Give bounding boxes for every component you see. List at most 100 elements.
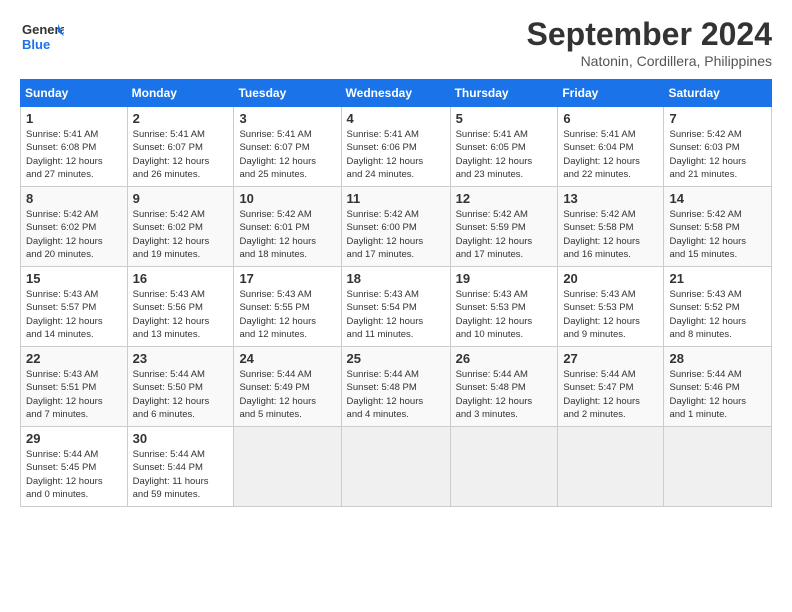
day-number: 1 bbox=[26, 111, 122, 126]
day-cell-28: 28 Sunrise: 5:44 AM Sunset: 5:46 PM Dayl… bbox=[664, 347, 772, 427]
day-number: 2 bbox=[133, 111, 229, 126]
day-cell-24: 24 Sunrise: 5:44 AM Sunset: 5:49 PM Dayl… bbox=[234, 347, 341, 427]
day-cell-30: 30 Sunrise: 5:44 AM Sunset: 5:44 PM Dayl… bbox=[127, 427, 234, 507]
day-number: 7 bbox=[669, 111, 766, 126]
day-info: Sunrise: 5:43 AM Sunset: 5:53 PM Dayligh… bbox=[563, 288, 658, 341]
day-info: Sunrise: 5:44 AM Sunset: 5:49 PM Dayligh… bbox=[239, 368, 335, 421]
week-row-1: 1 Sunrise: 5:41 AM Sunset: 6:08 PM Dayli… bbox=[21, 107, 772, 187]
day-info: Sunrise: 5:42 AM Sunset: 6:01 PM Dayligh… bbox=[239, 208, 335, 261]
day-cell-19: 19 Sunrise: 5:43 AM Sunset: 5:53 PM Dayl… bbox=[450, 267, 558, 347]
day-info: Sunrise: 5:44 AM Sunset: 5:48 PM Dayligh… bbox=[347, 368, 445, 421]
svg-text:Blue: Blue bbox=[22, 37, 50, 52]
day-cell-29: 29 Sunrise: 5:44 AM Sunset: 5:45 PM Dayl… bbox=[21, 427, 128, 507]
svg-text:General: General bbox=[22, 22, 64, 37]
calendar-table: SundayMondayTuesdayWednesdayThursdayFrid… bbox=[20, 79, 772, 507]
day-info: Sunrise: 5:44 AM Sunset: 5:46 PM Dayligh… bbox=[669, 368, 766, 421]
day-number: 21 bbox=[669, 271, 766, 286]
day-info: Sunrise: 5:43 AM Sunset: 5:56 PM Dayligh… bbox=[133, 288, 229, 341]
day-number: 28 bbox=[669, 351, 766, 366]
day-cell-20: 20 Sunrise: 5:43 AM Sunset: 5:53 PM Dayl… bbox=[558, 267, 664, 347]
day-info: Sunrise: 5:41 AM Sunset: 6:06 PM Dayligh… bbox=[347, 128, 445, 181]
day-header-friday: Friday bbox=[558, 80, 664, 107]
day-cell-17: 17 Sunrise: 5:43 AM Sunset: 5:55 PM Dayl… bbox=[234, 267, 341, 347]
day-header-sunday: Sunday bbox=[21, 80, 128, 107]
day-info: Sunrise: 5:42 AM Sunset: 6:00 PM Dayligh… bbox=[347, 208, 445, 261]
day-cell-18: 18 Sunrise: 5:43 AM Sunset: 5:54 PM Dayl… bbox=[341, 267, 450, 347]
day-cell-7: 7 Sunrise: 5:42 AM Sunset: 6:03 PM Dayli… bbox=[664, 107, 772, 187]
day-number: 3 bbox=[239, 111, 335, 126]
day-info: Sunrise: 5:44 AM Sunset: 5:47 PM Dayligh… bbox=[563, 368, 658, 421]
day-number: 18 bbox=[347, 271, 445, 286]
day-cell-11: 11 Sunrise: 5:42 AM Sunset: 6:00 PM Dayl… bbox=[341, 187, 450, 267]
day-cell-25: 25 Sunrise: 5:44 AM Sunset: 5:48 PM Dayl… bbox=[341, 347, 450, 427]
day-info: Sunrise: 5:43 AM Sunset: 5:53 PM Dayligh… bbox=[456, 288, 553, 341]
empty-cell bbox=[450, 427, 558, 507]
day-number: 26 bbox=[456, 351, 553, 366]
day-info: Sunrise: 5:43 AM Sunset: 5:57 PM Dayligh… bbox=[26, 288, 122, 341]
day-cell-3: 3 Sunrise: 5:41 AM Sunset: 6:07 PM Dayli… bbox=[234, 107, 341, 187]
day-header-saturday: Saturday bbox=[664, 80, 772, 107]
day-number: 14 bbox=[669, 191, 766, 206]
day-info: Sunrise: 5:42 AM Sunset: 6:02 PM Dayligh… bbox=[133, 208, 229, 261]
day-info: Sunrise: 5:41 AM Sunset: 6:07 PM Dayligh… bbox=[133, 128, 229, 181]
day-info: Sunrise: 5:41 AM Sunset: 6:08 PM Dayligh… bbox=[26, 128, 122, 181]
day-info: Sunrise: 5:43 AM Sunset: 5:55 PM Dayligh… bbox=[239, 288, 335, 341]
day-number: 12 bbox=[456, 191, 553, 206]
day-info: Sunrise: 5:41 AM Sunset: 6:07 PM Dayligh… bbox=[239, 128, 335, 181]
day-cell-14: 14 Sunrise: 5:42 AM Sunset: 5:58 PM Dayl… bbox=[664, 187, 772, 267]
day-number: 9 bbox=[133, 191, 229, 206]
day-cell-1: 1 Sunrise: 5:41 AM Sunset: 6:08 PM Dayli… bbox=[21, 107, 128, 187]
header-row: SundayMondayTuesdayWednesdayThursdayFrid… bbox=[21, 80, 772, 107]
day-cell-6: 6 Sunrise: 5:41 AM Sunset: 6:04 PM Dayli… bbox=[558, 107, 664, 187]
day-number: 5 bbox=[456, 111, 553, 126]
day-cell-21: 21 Sunrise: 5:43 AM Sunset: 5:52 PM Dayl… bbox=[664, 267, 772, 347]
day-number: 23 bbox=[133, 351, 229, 366]
day-cell-2: 2 Sunrise: 5:41 AM Sunset: 6:07 PM Dayli… bbox=[127, 107, 234, 187]
day-number: 20 bbox=[563, 271, 658, 286]
week-row-5: 29 Sunrise: 5:44 AM Sunset: 5:45 PM Dayl… bbox=[21, 427, 772, 507]
day-info: Sunrise: 5:42 AM Sunset: 5:58 PM Dayligh… bbox=[669, 208, 766, 261]
header: General Blue September 2024 Natonin, Cor… bbox=[20, 16, 772, 69]
day-number: 25 bbox=[347, 351, 445, 366]
day-info: Sunrise: 5:44 AM Sunset: 5:45 PM Dayligh… bbox=[26, 448, 122, 501]
day-info: Sunrise: 5:42 AM Sunset: 6:02 PM Dayligh… bbox=[26, 208, 122, 261]
day-cell-23: 23 Sunrise: 5:44 AM Sunset: 5:50 PM Dayl… bbox=[127, 347, 234, 427]
day-number: 22 bbox=[26, 351, 122, 366]
day-cell-9: 9 Sunrise: 5:42 AM Sunset: 6:02 PM Dayli… bbox=[127, 187, 234, 267]
day-info: Sunrise: 5:44 AM Sunset: 5:44 PM Dayligh… bbox=[133, 448, 229, 501]
calendar-page: General Blue September 2024 Natonin, Cor… bbox=[0, 0, 792, 612]
week-row-3: 15 Sunrise: 5:43 AM Sunset: 5:57 PM Dayl… bbox=[21, 267, 772, 347]
day-cell-27: 27 Sunrise: 5:44 AM Sunset: 5:47 PM Dayl… bbox=[558, 347, 664, 427]
logo-svg: General Blue bbox=[20, 16, 64, 60]
day-number: 13 bbox=[563, 191, 658, 206]
title-block: September 2024 Natonin, Cordillera, Phil… bbox=[527, 16, 772, 69]
day-number: 27 bbox=[563, 351, 658, 366]
day-cell-15: 15 Sunrise: 5:43 AM Sunset: 5:57 PM Dayl… bbox=[21, 267, 128, 347]
week-row-4: 22 Sunrise: 5:43 AM Sunset: 5:51 PM Dayl… bbox=[21, 347, 772, 427]
day-number: 4 bbox=[347, 111, 445, 126]
day-cell-8: 8 Sunrise: 5:42 AM Sunset: 6:02 PM Dayli… bbox=[21, 187, 128, 267]
day-number: 15 bbox=[26, 271, 122, 286]
day-number: 16 bbox=[133, 271, 229, 286]
day-number: 29 bbox=[26, 431, 122, 446]
day-cell-22: 22 Sunrise: 5:43 AM Sunset: 5:51 PM Dayl… bbox=[21, 347, 128, 427]
day-header-monday: Monday bbox=[127, 80, 234, 107]
day-header-thursday: Thursday bbox=[450, 80, 558, 107]
day-number: 17 bbox=[239, 271, 335, 286]
week-row-2: 8 Sunrise: 5:42 AM Sunset: 6:02 PM Dayli… bbox=[21, 187, 772, 267]
day-info: Sunrise: 5:44 AM Sunset: 5:50 PM Dayligh… bbox=[133, 368, 229, 421]
location-subtitle: Natonin, Cordillera, Philippines bbox=[527, 53, 772, 69]
empty-cell bbox=[234, 427, 341, 507]
day-number: 11 bbox=[347, 191, 445, 206]
empty-cell bbox=[341, 427, 450, 507]
day-header-tuesday: Tuesday bbox=[234, 80, 341, 107]
day-cell-13: 13 Sunrise: 5:42 AM Sunset: 5:58 PM Dayl… bbox=[558, 187, 664, 267]
day-cell-12: 12 Sunrise: 5:42 AM Sunset: 5:59 PM Dayl… bbox=[450, 187, 558, 267]
day-cell-5: 5 Sunrise: 5:41 AM Sunset: 6:05 PM Dayli… bbox=[450, 107, 558, 187]
day-info: Sunrise: 5:43 AM Sunset: 5:52 PM Dayligh… bbox=[669, 288, 766, 341]
empty-cell bbox=[558, 427, 664, 507]
day-number: 19 bbox=[456, 271, 553, 286]
day-info: Sunrise: 5:42 AM Sunset: 6:03 PM Dayligh… bbox=[669, 128, 766, 181]
day-number: 6 bbox=[563, 111, 658, 126]
day-number: 8 bbox=[26, 191, 122, 206]
